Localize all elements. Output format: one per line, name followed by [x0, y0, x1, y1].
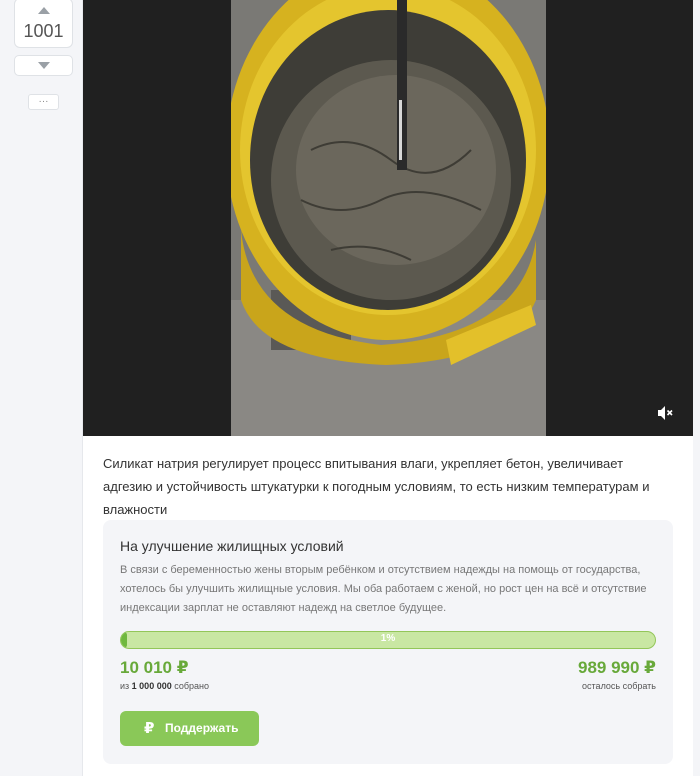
post-description: Силикат натрия регулирует процесс впитыв… [103, 456, 650, 517]
support-button-label: Поддержать [165, 721, 239, 735]
video-player[interactable] [83, 0, 693, 436]
rating-column: 1001 ··· [0, 0, 83, 776]
arrow-up-icon [38, 7, 50, 14]
video-frame [231, 0, 546, 436]
downvote-button[interactable] [14, 55, 73, 76]
rating-count: 1001 [23, 21, 64, 41]
goal-amount: 1 000 000 [131, 681, 172, 691]
remaining-amount: 989 990 ₽ [577, 658, 656, 677]
upvote-button[interactable]: 1001 [14, 0, 73, 48]
remaining-caption: осталось собрать [582, 681, 656, 691]
donation-title: На улучшение жилищных условий [120, 538, 344, 554]
support-button[interactable]: ₽ Поддержать [120, 711, 259, 746]
donation-block: На улучшение жилищных условий В связи с … [103, 520, 673, 764]
goal-suffix: собрано [174, 681, 209, 691]
goal-prefix: из [120, 681, 130, 691]
progress-label: 1% [380, 633, 396, 644]
post-card: Силикат натрия регулирует процесс впитыв… [83, 0, 693, 776]
collected-amount: 10 010 ₽ [120, 658, 189, 677]
collected-caption: из 1 000 000 собрано [120, 681, 209, 691]
donation-progress-bar: 1% [120, 631, 656, 649]
video-still-bucket-mixing [231, 0, 546, 436]
mute-icon[interactable] [656, 404, 674, 422]
ruble-icon: ₽ [144, 720, 155, 737]
more-options-button[interactable]: ··· [28, 94, 59, 110]
donation-text: В связи с беременностью жены вторым ребё… [120, 564, 647, 614]
arrow-down-icon [38, 62, 50, 69]
